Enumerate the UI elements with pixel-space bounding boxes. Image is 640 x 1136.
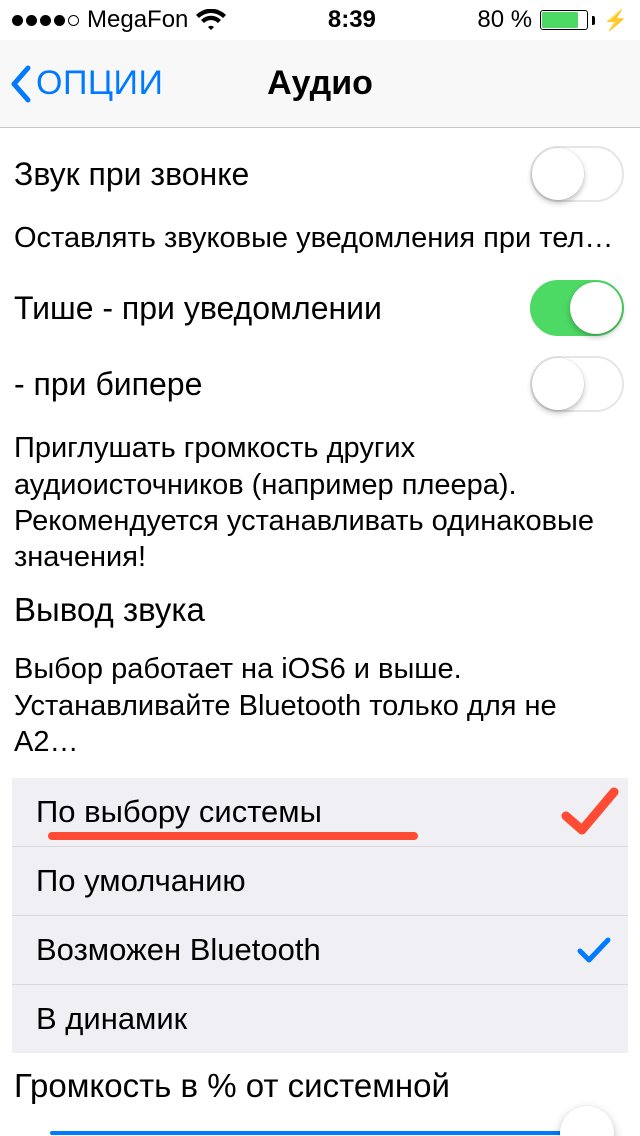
row-label: Звук при звонке: [14, 156, 530, 193]
output-option-bluetooth[interactable]: Возможен Bluetooth: [12, 916, 628, 985]
section-heading-output: Вывод звука: [0, 585, 640, 637]
option-label: Возможен Bluetooth: [36, 932, 576, 968]
back-label: ОПЦИИ: [36, 64, 163, 103]
option-label: По выбору системы: [36, 794, 612, 830]
switch-sound-on-call[interactable]: [530, 146, 624, 202]
section-note-output: Выбор работает на iOS6 и выше. Устанавли…: [0, 637, 640, 770]
output-option-list: По выбору системы По умолчанию Возможен …: [12, 778, 628, 1053]
cellular-signal-icon: [12, 15, 79, 26]
section-heading-volume: Громкость в % от системной: [0, 1053, 640, 1113]
switch-quieter-notify[interactable]: [530, 280, 624, 336]
battery-percent: 80 %: [477, 6, 532, 34]
status-time: 8:39: [328, 6, 376, 34]
output-option-system[interactable]: По выбору системы: [12, 778, 628, 847]
battery-icon: [540, 10, 595, 30]
content: Звук при звонке Оставлять звуковые уведо…: [0, 128, 640, 1135]
chevron-left-icon: [8, 64, 32, 104]
row-label: - при бипере: [14, 366, 530, 403]
slider-track: [50, 1131, 610, 1135]
carrier-label: MegaFon: [87, 6, 188, 34]
switch-quieter-beep[interactable]: [530, 356, 624, 412]
back-button[interactable]: ОПЦИИ: [0, 64, 163, 104]
row-quieter-beep[interactable]: - при бипере: [0, 350, 640, 426]
wifi-icon: [196, 9, 226, 31]
charging-icon: ⚡: [603, 8, 628, 33]
output-option-default[interactable]: По умолчанию: [12, 847, 628, 916]
volume-slider[interactable]: [0, 1113, 640, 1135]
option-label: По умолчанию: [36, 863, 612, 899]
annotation-check-icon: [560, 786, 620, 838]
row-sound-on-call[interactable]: Звук при звонке: [0, 132, 640, 216]
status-bar: MegaFon 8:39 80 % ⚡: [0, 0, 640, 40]
output-option-speaker[interactable]: В динамик: [12, 985, 628, 1053]
row-label: Тише - при уведомлении: [14, 290, 530, 327]
status-left: MegaFon: [12, 6, 226, 34]
row-quieter-notify[interactable]: Тише - при уведомлении: [0, 266, 640, 350]
row-footer-sound-on-call: Оставлять звуковые уведомления при теле…: [0, 216, 640, 266]
option-label: В динамик: [36, 1001, 612, 1037]
checkmark-icon: [576, 935, 612, 965]
nav-bar: ОПЦИИ Аудио: [0, 40, 640, 128]
status-right: 80 % ⚡: [477, 6, 628, 34]
annotation-underline: [48, 832, 418, 840]
row-footer-quieter: Приглушать громкость других аудиоисточни…: [0, 426, 640, 585]
